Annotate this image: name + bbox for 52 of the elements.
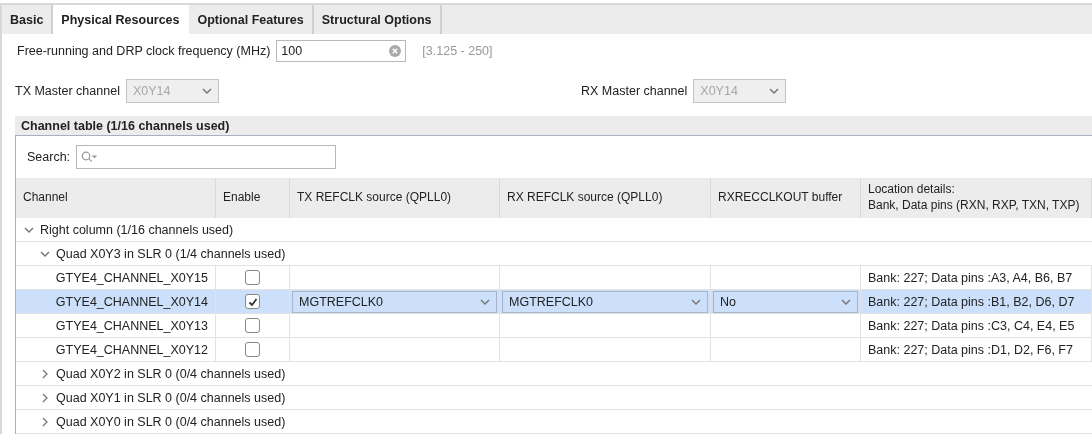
column-header[interactable]: Location details: Bank, Data pins (RXN, RXP, TXN, TXP) <box>861 178 1092 218</box>
refclk-dropdown[interactable]: MGTREFCLK0 <box>292 290 497 313</box>
enable-checkbox[interactable] <box>245 294 260 309</box>
group-label: Quad X0Y2 in SLR 0 (0/4 channels used) <box>56 366 286 381</box>
group-label: Quad X0Y3 in SLR 0 (1/4 channels used) <box>56 246 286 261</box>
chevron-right-icon <box>40 368 50 379</box>
frequency-input[interactable]: 100 <box>276 40 407 62</box>
chevron-down-icon <box>769 85 780 96</box>
search-icon <box>81 151 98 163</box>
expander-toggle[interactable] <box>40 416 50 427</box>
chevron-right-icon <box>40 392 50 403</box>
channel-cell[interactable]: GTYE4_CHANNEL_X0Y13 <box>16 314 216 338</box>
expander-toggle[interactable] <box>40 392 50 403</box>
field-label: Free-running and DRP clock frequency (MHz) <box>17 44 271 58</box>
chevron-down-icon <box>24 224 34 235</box>
chevron-right-icon <box>40 416 50 427</box>
channel-cell[interactable]: GTYE4_CHANNEL_X0Y14 <box>16 290 216 314</box>
chevron-down-icon <box>841 296 851 307</box>
channel-cell[interactable]: GTYE4_CHANNEL_X0Y12 <box>16 338 216 362</box>
expander-toggle[interactable] <box>40 248 50 259</box>
column-header[interactable]: RXRECCLKOUT buffer <box>711 178 861 218</box>
field-label: RX Master channel <box>581 83 688 98</box>
chevron-down-icon <box>201 85 212 96</box>
group-label: Quad X0Y1 in SLR 0 (0/4 channels used) <box>56 390 286 405</box>
location-cell: Bank: 227; Data pins :C3, C4, E4, E5 <box>861 314 1092 338</box>
location-cell: Bank: 227; Data pins :B1, B2, D6, D7 <box>861 290 1092 314</box>
group-label: Right column (1/16 channels used) <box>40 222 234 237</box>
location-cell: Bank: 227; Data pins :D1, D2, F6, F7 <box>861 338 1092 362</box>
search-label: Search: <box>27 150 71 164</box>
group-label: Quad X0Y0 in SLR 0 (0/4 channels used) <box>56 414 286 429</box>
enable-checkbox[interactable] <box>245 270 260 285</box>
channel-cell[interactable]: GTYE4_CHANNEL_X0Y15 <box>16 266 216 290</box>
column-header[interactable]: Channel <box>16 178 216 218</box>
chevron-down-icon <box>480 296 490 307</box>
column-header[interactable]: TX REFCLK source (QPLL0) <box>290 178 500 218</box>
location-cell: Bank: 227; Data pins :A3, A4, B6, B7 <box>861 266 1092 290</box>
tab[interactable]: Physical Resources <box>53 5 190 34</box>
chevron-down-icon <box>40 248 50 259</box>
section-title: Channel table (1/16 channels used) <box>15 116 1092 135</box>
range-hint: [3.125 - 250] <box>422 44 493 58</box>
column-header[interactable]: RX REFCLK source (QPLL0) <box>500 178 711 218</box>
clear-icon[interactable] <box>389 45 402 57</box>
refclk-dropdown[interactable]: MGTREFCLK0 <box>502 290 708 313</box>
enable-checkbox[interactable] <box>245 342 260 357</box>
search-field[interactable] <box>76 145 337 169</box>
chevron-down-icon <box>691 296 701 307</box>
field-label: TX Master channel <box>15 83 120 98</box>
refclk-dropdown[interactable]: No <box>713 290 858 313</box>
expander-toggle[interactable] <box>24 224 34 235</box>
expander-toggle[interactable] <box>40 368 50 379</box>
column-header[interactable]: Enable <box>216 178 290 218</box>
enable-checkbox[interactable] <box>245 318 260 333</box>
